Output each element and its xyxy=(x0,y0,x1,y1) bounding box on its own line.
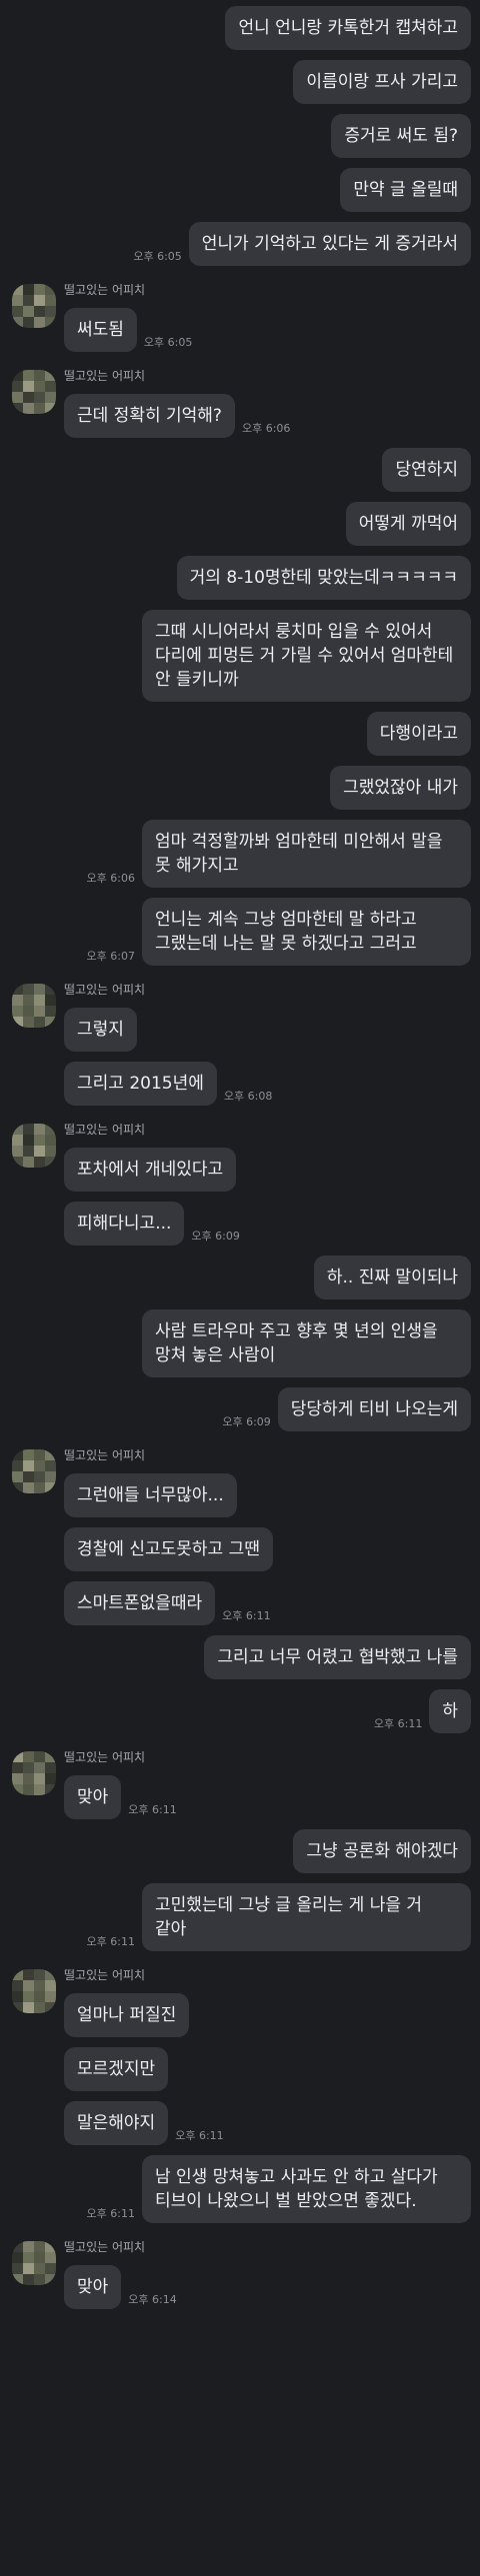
message-bubble[interactable]: 그냥 공론화 해야겠다 xyxy=(293,1829,471,1873)
friend-message-row: 모르겠지만 xyxy=(0,2047,480,2091)
message-bubble[interactable]: 남 인생 망쳐놓고 사과도 안 하고 살다가 티브이 나왔으니 벌 받았으면 좋… xyxy=(142,2155,471,2223)
my-message-row: 이름이랑 프사 가리고 xyxy=(0,60,480,104)
message-timestamp: 오후 6:11 xyxy=(222,1609,271,1622)
friend-message-group: 떨고있는 어피치 써도됨 오후 6:05 xyxy=(0,276,480,352)
my-message-row: 오후 6:11 고민했는데 그냥 글 올리는 게 나을 거 같아 xyxy=(0,1883,480,1951)
message-bubble[interactable]: 맞아 xyxy=(64,1775,122,1819)
friend-message-row: 경찰에 신고도못하고 그땐 xyxy=(0,1527,480,1571)
chat-message-list[interactable]: 언니 언니랑 카톡한거 캡쳐하고이름이랑 프사 가리고증거로 써도 됨? 만약 글… xyxy=(0,0,480,2309)
message-bubble[interactable]: 하 xyxy=(429,1689,471,1733)
my-message-row: 오후 6:11 남 인생 망쳐놓고 사과도 안 하고 살다가 티브이 나왔으니 벌… xyxy=(0,2155,480,2223)
friend-message-group: 떨고있는 어피치 그렇지 xyxy=(0,976,480,1052)
friend-message-row: 맞아오후 6:14 xyxy=(0,2265,480,2309)
message-bubble[interactable]: 그랬었잖아 내가 xyxy=(330,766,471,810)
my-message-row: 사람 트라우마 주고 향후 몇 년의 인생을 망쳐 놓은 사람이 xyxy=(0,1309,480,1377)
message-timestamp: 오후 6:08 xyxy=(223,1090,273,1103)
message-bubble[interactable]: 당당하게 티비 나오는게 xyxy=(277,1387,471,1431)
friend-message-row: 그런애들 너무많아... xyxy=(0,1473,480,1517)
message-timestamp: 오후 6:11 xyxy=(373,1717,423,1730)
my-message-row: 그냥 공론화 해야겠다 xyxy=(0,1829,480,1873)
message-bubble[interactable]: 맞아 xyxy=(64,2265,122,2309)
my-message-row: 증거로 써도 됨? xyxy=(0,114,480,158)
message-timestamp: 오후 6:11 xyxy=(86,2207,135,2220)
friend-message-group: 떨고있는 어피치 포차에서 개네있다고 xyxy=(0,1116,480,1192)
message-bubble[interactable]: 거의 8-10명한테 맞았는데ㅋㅋㅋㅋㅋ xyxy=(176,556,471,600)
message-bubble[interactable]: 그런애들 너무많아... xyxy=(64,1473,237,1517)
my-message-row: 언니 언니랑 카톡한거 캡쳐하고 xyxy=(0,6,480,50)
friend-message-group: 떨고있는 어피치 얼마나 퍼질진 xyxy=(0,1961,480,2037)
message-bubble[interactable]: 언니가 기억하고 있다는 게 증거라서 xyxy=(188,222,471,266)
message-bubble[interactable]: 포차에서 개네있다고 xyxy=(64,1148,237,1192)
message-bubble[interactable]: 당연하지 xyxy=(382,448,471,492)
message-timestamp: 오후 6:11 xyxy=(86,1935,135,1948)
message-bubble[interactable]: 경찰에 신고도못하고 그땐 xyxy=(64,1527,273,1571)
message-bubble[interactable]: 피해다니고... xyxy=(64,1202,185,1246)
my-message-row: 만약 글 올릴때 xyxy=(0,168,480,212)
friend-message-group: 떨고있는 어피치 맞아 오후 6:14 xyxy=(0,2233,480,2309)
message-bubble[interactable]: 말은해야지 xyxy=(64,2101,169,2145)
friend-message-row: 그렇지 xyxy=(0,1008,480,1052)
my-message-row: 거의 8-10명한테 맞았는데ㅋㅋㅋㅋㅋ xyxy=(0,556,480,600)
message-bubble[interactable]: 증거로 써도 됨? xyxy=(331,114,471,158)
friend-message-row: 피해다니고... 오후 6:09 xyxy=(0,1202,480,1246)
message-bubble[interactable]: 써도됨 xyxy=(64,308,137,352)
friend-message-group: 떨고있는 어피치 근데 정확히 기억해? 오후 6:06 xyxy=(0,362,480,438)
message-timestamp: 오후 6:06 xyxy=(241,422,291,435)
message-bubble[interactable]: 엄마 걱정할까봐 엄마한테 미안해서 말을 못 해가지고 xyxy=(142,820,471,888)
message-bubble[interactable]: 그리고 2015년에 xyxy=(64,1062,217,1106)
message-bubble[interactable]: 모르겠지만 xyxy=(64,2047,169,2091)
message-bubble[interactable]: 하.. 진짜 말이되나 xyxy=(313,1256,471,1299)
message-timestamp: 오후 6:06 xyxy=(86,872,135,885)
my-message-row: 오후 6:11 하 xyxy=(0,1689,480,1733)
message-timestamp: 오후 6:09 xyxy=(191,1230,240,1243)
friend-message-row: 그리고 2015년에오후 6:08 xyxy=(0,1062,480,1106)
message-timestamp: 오후 6:14 xyxy=(128,2293,177,2306)
message-timestamp: 오후 6:05 xyxy=(133,250,182,263)
friend-message-row: 맞아오후 6:11 xyxy=(0,1775,480,1819)
my-message-row: 그때 시니어라서 룽치마 입을 수 있어서 다리에 피멍든 거 가릴 수 있어서… xyxy=(0,610,480,702)
message-timestamp: 오후 6:11 xyxy=(175,2129,224,2142)
message-bubble[interactable]: 고민했는데 그냥 글 올리는 게 나을 거 같아 xyxy=(142,1883,471,1951)
my-message-row: 오후 6:09 당당하게 티비 나오는게 xyxy=(0,1387,480,1431)
my-message-row: 그리고 너무 어렸고 협박했고 나를 xyxy=(0,1635,480,1679)
friend-message-row: 근데 정확히 기억해? 오후 6:06 xyxy=(0,394,480,438)
my-message-row: 어떻게 까먹어 xyxy=(0,502,480,546)
message-bubble[interactable]: 그리고 너무 어렸고 협박했고 나를 xyxy=(204,1635,471,1679)
message-timestamp: 오후 6:09 xyxy=(222,1415,271,1428)
message-bubble[interactable]: 언니 언니랑 카톡한거 캡쳐하고 xyxy=(225,6,471,50)
message-bubble[interactable]: 그렇지 xyxy=(64,1008,137,1052)
friend-message-group: 떨고있는 어피치 그런애들 너무많아... xyxy=(0,1441,480,1517)
friend-message-row: 써도됨오후 6:05 xyxy=(0,308,480,352)
message-timestamp: 오후 6:05 xyxy=(143,336,193,349)
my-message-row: 오후 6:06 엄마 걱정할까봐 엄마한테 미안해서 말을 못 해가지고 xyxy=(0,820,480,888)
friend-message-row: 포차에서 개네있다고 xyxy=(0,1148,480,1192)
my-message-row: 다행이라고 xyxy=(0,712,480,756)
message-bubble[interactable]: 스마트폰없을때라 xyxy=(64,1581,216,1625)
friend-message-group: 떨고있는 어피치 맞아 오후 6:11 xyxy=(0,1743,480,1819)
message-bubble[interactable]: 그때 시니어라서 룽치마 입을 수 있어서 다리에 피멍든 거 가릴 수 있어서… xyxy=(142,610,471,702)
message-timestamp: 오후 6:11 xyxy=(128,1803,177,1816)
message-bubble[interactable]: 얼마나 퍼질진 xyxy=(64,1993,190,2037)
message-bubble[interactable]: 이름이랑 프사 가리고 xyxy=(293,60,471,104)
message-bubble[interactable]: 근데 정확히 기억해? xyxy=(64,394,235,438)
message-bubble[interactable]: 사람 트라우마 주고 향후 몇 년의 인생을 망쳐 놓은 사람이 xyxy=(142,1309,471,1377)
message-bubble[interactable]: 언니는 계속 그냥 엄마한테 말 하라고 그랬는데 나는 말 못 하겠다고 그러… xyxy=(142,898,471,966)
message-timestamp: 오후 6:07 xyxy=(86,950,135,963)
message-bubble[interactable]: 다행이라고 xyxy=(366,712,471,756)
my-message-row: 그랬었잖아 내가 xyxy=(0,766,480,810)
my-message-row: 오후 6:07 언니는 계속 그냥 엄마한테 말 하라고 그랬는데 나는 말 못 … xyxy=(0,898,480,966)
message-bubble[interactable]: 만약 글 올릴때 xyxy=(340,168,471,212)
my-message-row: 오후 6:05 언니가 기억하고 있다는 게 증거라서 xyxy=(0,222,480,266)
friend-message-row: 말은해야지오후 6:11 xyxy=(0,2101,480,2145)
message-bubble[interactable]: 어떻게 까먹어 xyxy=(345,502,471,546)
friend-message-row: 얼마나 퍼질진 xyxy=(0,1993,480,2037)
friend-message-row: 스마트폰없을때라오후 6:11 xyxy=(0,1581,480,1625)
my-message-row: 하.. 진짜 말이되나 xyxy=(0,1256,480,1299)
my-message-row: 당연하지 xyxy=(0,448,480,492)
